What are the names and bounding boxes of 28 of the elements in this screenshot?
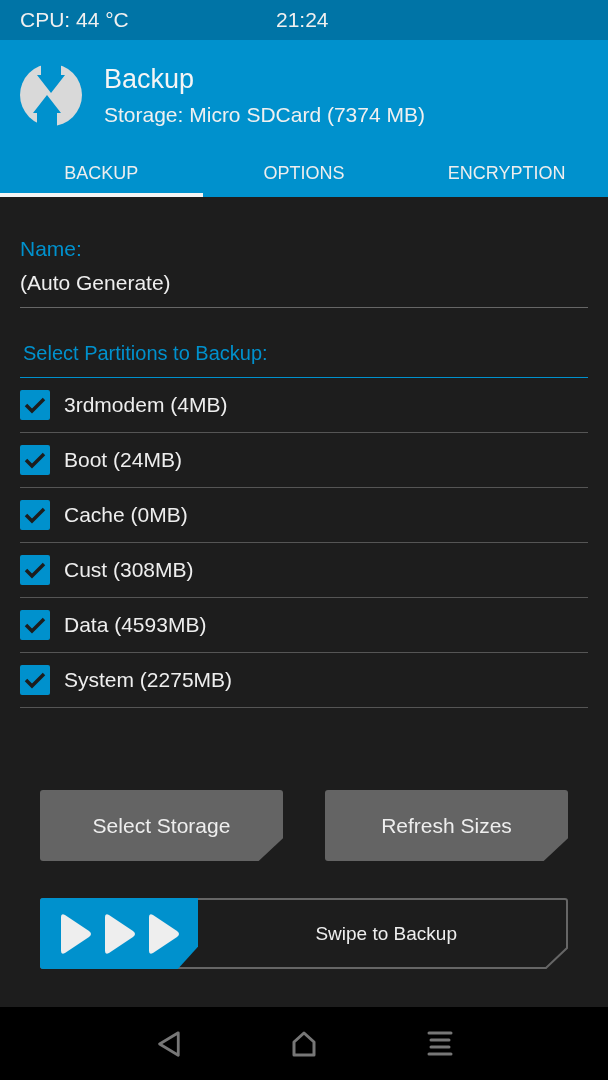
- action-button[interactable]: Select Storage: [40, 790, 283, 861]
- name-label: Name:: [20, 237, 83, 261]
- checkbox[interactable]: [20, 500, 50, 530]
- home-icon[interactable]: [291, 1029, 317, 1058]
- clock: 21:24: [276, 8, 329, 32]
- logo-icon: [19, 63, 83, 127]
- partition-row[interactable]: Cache (0MB): [20, 488, 588, 543]
- partition-row[interactable]: System (2275MB): [20, 653, 588, 708]
- partition-row[interactable]: Data (4593MB): [20, 598, 588, 653]
- page-title: Backup: [104, 63, 196, 95]
- checkbox[interactable]: [20, 555, 50, 585]
- checkbox[interactable]: [20, 390, 50, 420]
- partition-row[interactable]: 3rdmodem (4MB): [20, 378, 588, 433]
- action-button[interactable]: Refresh Sizes: [325, 790, 568, 861]
- name-field[interactable]: (Auto Generate): [20, 261, 588, 308]
- menu-icon[interactable]: [427, 1029, 453, 1058]
- checkbox[interactable]: [20, 445, 50, 475]
- checkbox[interactable]: [20, 610, 50, 640]
- cpu-temperature: CPU: 44 °C: [20, 8, 130, 32]
- swipe-slider[interactable]: Swipe to Backup: [40, 898, 568, 969]
- storage-info: Storage: Micro SDCard (7374 MB): [104, 102, 425, 127]
- section-title: Select Partitions to Backup:: [20, 342, 588, 378]
- back-icon[interactable]: [155, 1029, 181, 1058]
- partition-row[interactable]: Boot (24MB): [20, 433, 588, 488]
- partition-row[interactable]: Cust (308MB): [20, 543, 588, 598]
- checkbox[interactable]: [20, 665, 50, 695]
- swipe-label: Swipe to Backup: [314, 922, 458, 945]
- slider-handle[interactable]: [40, 898, 199, 969]
